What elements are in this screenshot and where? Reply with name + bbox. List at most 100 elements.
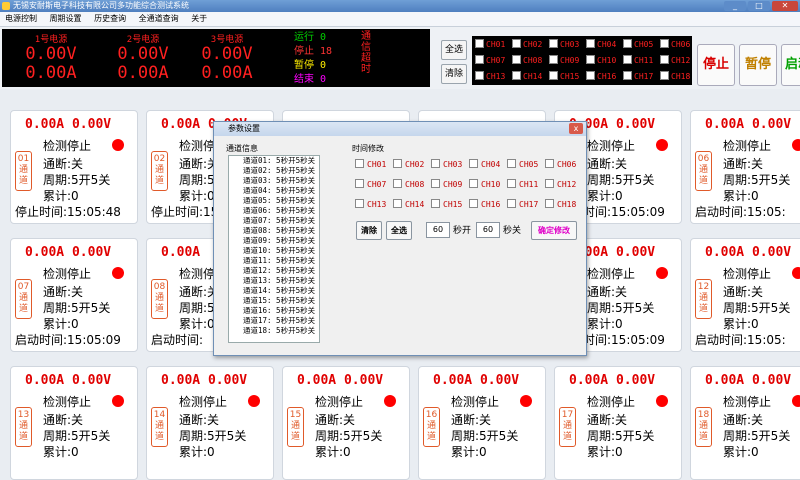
menu-all-channels[interactable]: 全通道查询: [134, 12, 184, 26]
checkbox-icon[interactable]: [586, 39, 595, 48]
checkbox-icon[interactable]: [660, 55, 669, 64]
tree-item[interactable]: 通道12: 5秒开5秒关: [229, 266, 319, 276]
channel-card-17[interactable]: 0.00A 0.00V 检测停止 17 通道通断:关 周期:5开5关 累计:0: [554, 366, 682, 480]
checkbox-icon[interactable]: [660, 71, 669, 80]
channel-checkbox-8[interactable]: CH08: [512, 55, 542, 66]
checkbox-icon[interactable]: [469, 179, 478, 188]
dialog-channel-checkbox-13[interactable]: CH13: [355, 199, 386, 210]
checkbox-icon[interactable]: [475, 71, 484, 80]
checkbox-icon[interactable]: [512, 39, 521, 48]
channel-card-18[interactable]: 0.00A 0.00V 检测停止 18 通道通断:关 周期:5开5关 累计:0: [690, 366, 800, 480]
checkbox-icon[interactable]: [660, 39, 669, 48]
channel-checkbox-16[interactable]: CH16: [586, 71, 616, 82]
checkbox-icon[interactable]: [469, 199, 478, 208]
channel-checkbox-9[interactable]: CH09: [549, 55, 579, 66]
checkbox-icon[interactable]: [549, 55, 558, 64]
checkbox-icon[interactable]: [512, 71, 521, 80]
dialog-channel-checkbox-17[interactable]: CH17: [507, 199, 538, 210]
checkbox-icon[interactable]: [355, 199, 364, 208]
dialog-channel-checkbox-4[interactable]: CH04: [469, 159, 500, 170]
checkbox-icon[interactable]: [393, 159, 402, 168]
tree-item[interactable]: 通道09: 5秒开5秒关: [229, 236, 319, 246]
checkbox-icon[interactable]: [549, 39, 558, 48]
checkbox-icon[interactable]: [507, 179, 516, 188]
pause-button[interactable]: 暂停: [739, 44, 777, 86]
channel-checkbox-11[interactable]: CH11: [623, 55, 653, 66]
channel-card-12[interactable]: 0.00A 0.00V 检测停止 12 通道通断:关 周期:5开5关 累计:0 启动时间:1…: [690, 238, 800, 352]
tree-item[interactable]: 通道11: 5秒开5秒关: [229, 256, 319, 266]
clear-button[interactable]: 清除: [441, 64, 467, 84]
tree-item[interactable]: 通道02: 5秒开5秒关: [229, 166, 319, 176]
channel-checkbox-15[interactable]: CH15: [549, 71, 579, 82]
checkbox-icon[interactable]: [507, 159, 516, 168]
tree-item[interactable]: 通道17: 5秒开5秒关: [229, 316, 319, 326]
tree-item[interactable]: 通道07: 5秒开5秒关: [229, 216, 319, 226]
checkbox-icon[interactable]: [545, 179, 554, 188]
channel-card-07[interactable]: 0.00A 0.00V 检测停止 07 通道通断:关 周期:5开5关 累计:0 启动时间:1…: [10, 238, 138, 352]
tree-item[interactable]: 通道03: 5秒开5秒关: [229, 176, 319, 186]
channel-checkbox-14[interactable]: CH14: [512, 71, 542, 82]
checkbox-icon[interactable]: [512, 55, 521, 64]
tree-item[interactable]: 通道10: 5秒开5秒关: [229, 246, 319, 256]
dialog-channel-checkbox-18[interactable]: CH18: [545, 199, 576, 210]
dialog-channel-checkbox-2[interactable]: CH02: [393, 159, 424, 170]
channel-card-15[interactable]: 0.00A 0.00V 检测停止 15 通道通断:关 周期:5开5关 累计:0: [282, 366, 410, 480]
menu-about[interactable]: 关于: [186, 12, 212, 26]
checkbox-icon[interactable]: [431, 179, 440, 188]
menu-power-control[interactable]: 电源控制: [0, 12, 42, 26]
close-window-button[interactable]: ✕: [772, 1, 798, 11]
dialog-channel-checkbox-9[interactable]: CH09: [431, 179, 462, 190]
channel-card-01[interactable]: 0.00A 0.00V 检测停止 01 通道通断:关 周期:5开5关 累计:0 停止时间:1…: [10, 110, 138, 224]
maximize-button[interactable]: □: [748, 1, 770, 11]
channel-checkbox-5[interactable]: CH05: [623, 39, 653, 50]
on-seconds-input[interactable]: 60: [426, 222, 450, 238]
checkbox-icon[interactable]: [393, 199, 402, 208]
menu-history[interactable]: 历史查询: [89, 12, 131, 26]
tree-item[interactable]: 通道13: 5秒开5秒关: [229, 276, 319, 286]
dialog-select-all-button[interactable]: 全选: [386, 221, 412, 240]
channel-checkbox-12[interactable]: CH12: [660, 55, 690, 66]
dialog-channel-checkbox-5[interactable]: CH05: [507, 159, 538, 170]
checkbox-icon[interactable]: [475, 39, 484, 48]
checkbox-icon[interactable]: [549, 71, 558, 80]
dialog-channel-checkbox-12[interactable]: CH12: [545, 179, 576, 190]
channel-card-16[interactable]: 0.00A 0.00V 检测停止 16 通道通断:关 周期:5开5关 累计:0: [418, 366, 546, 480]
tree-item[interactable]: 通道15: 5秒开5秒关: [229, 296, 319, 306]
checkbox-icon[interactable]: [475, 55, 484, 64]
dialog-channel-checkbox-15[interactable]: CH15: [431, 199, 462, 210]
dialog-channel-checkbox-1[interactable]: CH01: [355, 159, 386, 170]
checkbox-icon[interactable]: [586, 55, 595, 64]
start-button[interactable]: 启动: [781, 44, 800, 86]
stop-button[interactable]: 停止: [697, 44, 735, 86]
tree-item[interactable]: 通道18: 5秒开5秒关: [229, 326, 319, 336]
tree-item[interactable]: 通道14: 5秒开5秒关: [229, 286, 319, 296]
tree-item[interactable]: 通道06: 5秒开5秒关: [229, 206, 319, 216]
channel-card-06[interactable]: 0.00A 0.00V 检测停止 06 通道通断:关 周期:5开5关 累计:0 启动时间:1…: [690, 110, 800, 224]
channel-checkbox-18[interactable]: CH18: [660, 71, 690, 82]
checkbox-icon[interactable]: [393, 179, 402, 188]
checkbox-icon[interactable]: [431, 159, 440, 168]
channel-card-13[interactable]: 0.00A 0.00V 检测停止 13 通道通断:关 周期:5开5关 累计:0: [10, 366, 138, 480]
tree-item[interactable]: 通道16: 5秒开5秒关: [229, 306, 319, 316]
checkbox-icon[interactable]: [623, 55, 632, 64]
channel-checkbox-10[interactable]: CH10: [586, 55, 616, 66]
channel-card-14[interactable]: 0.00A 0.00V 检测停止 14 通道通断:关 周期:5开5关 累计:0: [146, 366, 274, 480]
checkbox-icon[interactable]: [586, 71, 595, 80]
channel-checkbox-6[interactable]: CH06: [660, 39, 690, 50]
tree-item[interactable]: 通道04: 5秒开5秒关: [229, 186, 319, 196]
dialog-channel-checkbox-6[interactable]: CH06: [545, 159, 576, 170]
off-seconds-input[interactable]: 60: [476, 222, 500, 238]
channel-info-tree[interactable]: 通道01: 5秒开5秒关 通道02: 5秒开5秒关 通道03: 5秒开5秒关 通道04…: [228, 155, 320, 343]
checkbox-icon[interactable]: [623, 39, 632, 48]
tree-item[interactable]: 通道01: 5秒开5秒关: [229, 156, 319, 166]
tree-item[interactable]: 通道08: 5秒开5秒关: [229, 226, 319, 236]
checkbox-icon[interactable]: [431, 199, 440, 208]
select-all-button[interactable]: 全选: [441, 40, 467, 60]
checkbox-icon[interactable]: [545, 159, 554, 168]
checkbox-icon[interactable]: [507, 199, 516, 208]
checkbox-icon[interactable]: [355, 179, 364, 188]
checkbox-icon[interactable]: [623, 71, 632, 80]
dialog-channel-checkbox-14[interactable]: CH14: [393, 199, 424, 210]
dialog-channel-checkbox-11[interactable]: CH11: [507, 179, 538, 190]
channel-checkbox-13[interactable]: CH13: [475, 71, 505, 82]
